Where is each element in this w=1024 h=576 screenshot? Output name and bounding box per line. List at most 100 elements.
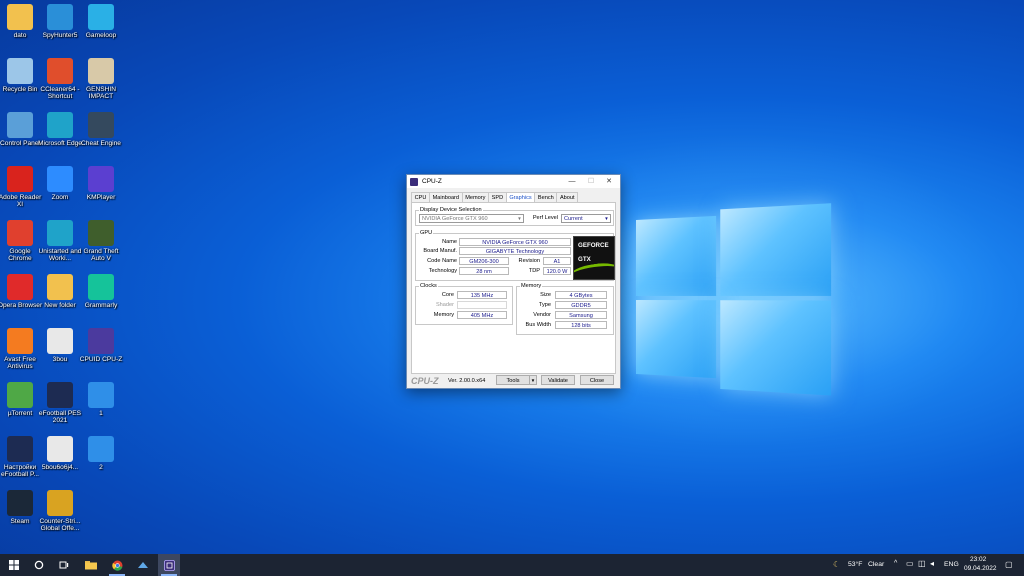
tab-graphics[interactable]: Graphics	[505, 192, 536, 202]
desktop-icon[interactable]: eFootball PES 2021	[37, 382, 83, 425]
clock-time[interactable]: 23:02	[970, 556, 986, 563]
tools-button[interactable]: Tools	[496, 375, 530, 385]
desktop-icon-label: 2	[99, 464, 103, 471]
validate-button[interactable]: Validate	[541, 375, 575, 385]
desktop-icon-label: Zoom	[51, 194, 69, 201]
folder-icon	[7, 4, 33, 30]
display-device-group: Display Device Selection NVIDIA GeForce …	[415, 207, 614, 226]
code-name-value: GM206-300	[459, 257, 509, 265]
clock-date[interactable]: 09.04.2022	[964, 565, 997, 572]
desktop-icon[interactable]: KMPlayer	[78, 166, 124, 201]
desktop-icon-label: GENSHIN IMPACT	[85, 86, 117, 101]
network-icon[interactable]: ◫	[918, 559, 926, 568]
cpuz-taskbar-button[interactable]	[158, 554, 180, 576]
chrome-icon	[111, 560, 122, 571]
desktop-icon[interactable]: GENSHIN IMPACT	[78, 58, 124, 101]
weather-text[interactable]: Clear	[868, 561, 884, 568]
cheat-engine-icon	[88, 112, 114, 138]
chevron-up-icon[interactable]: ^	[894, 560, 897, 567]
clocks-group: Clocks Core 135 MHz Shader Memory 405 MH…	[415, 283, 513, 325]
desktop-icon-label: Microsoft Edge	[38, 140, 82, 147]
graphics-panel: Display Device Selection NVIDIA GeForce …	[411, 202, 616, 374]
window-icon	[88, 436, 114, 462]
board-manuf-value: GIGABYTE Technology	[459, 247, 571, 255]
technology-label: Technology	[428, 268, 457, 274]
file-explorer-button[interactable]	[80, 554, 102, 576]
search-button[interactable]	[28, 554, 50, 576]
memory-type-value: GDDR5	[555, 301, 607, 309]
desktop-icon[interactable]: Unistarted and Worki...	[37, 220, 83, 263]
close-window-button[interactable]: ✕	[601, 175, 617, 188]
desktop-icon[interactable]: CCleaner64 - Shortcut	[37, 58, 83, 101]
title-bar[interactable]: CPU-Z — ☐ ✕	[407, 175, 620, 188]
tab-mainboard[interactable]: Mainboard	[429, 192, 463, 202]
tdp-label: TDP	[528, 268, 540, 274]
ccleaner-icon	[47, 58, 73, 84]
minimize-button[interactable]: —	[564, 175, 580, 188]
chrome-icon	[7, 220, 33, 246]
chevron-down-icon: ▼	[604, 216, 609, 221]
pdf-icon	[47, 328, 73, 354]
device-select[interactable]: NVIDIA GeForce GTX 960 ▼	[419, 214, 524, 223]
badge-line2: GTX	[578, 256, 591, 263]
cpuz-icon	[163, 559, 175, 571]
gameloop-icon	[88, 4, 114, 30]
desktop-icon[interactable]: Zoom	[37, 166, 83, 201]
memory-group-title: Memory	[520, 283, 543, 290]
folder-icon	[85, 561, 97, 570]
notification-icon[interactable]: ▢	[1005, 560, 1013, 569]
cpuz-brand: CPU-Z	[411, 376, 439, 386]
pinned-app-button[interactable]	[132, 554, 154, 576]
genshin-icon	[88, 58, 114, 84]
tab-cpu[interactable]: CPU	[411, 192, 430, 202]
folder-icon	[47, 274, 73, 300]
csgo-icon	[47, 490, 73, 516]
tab-bench[interactable]: Bench	[534, 192, 558, 202]
desktop-icon[interactable]: Grand Theft Auto V	[78, 220, 124, 263]
start-button[interactable]	[3, 554, 25, 576]
tab-strip: CPU Mainboard Memory SPD Graphics Bench …	[411, 192, 616, 202]
zoom-icon	[47, 166, 73, 192]
desktop-icon[interactable]: SpyHunter5	[37, 4, 83, 39]
shader-clock-label: Shader	[435, 302, 454, 308]
perf-level-select[interactable]: Current ▼	[561, 214, 611, 223]
chrome-taskbar-button[interactable]	[106, 554, 128, 576]
tools-dropdown-button[interactable]: ▼	[529, 375, 537, 385]
desktop-icon[interactable]: 2	[78, 436, 124, 471]
core-clock-label: Core	[441, 292, 454, 298]
edge-icon	[47, 220, 73, 246]
cpuz-window[interactable]: CPU-Z — ☐ ✕ CPU Mainboard Memory SPD Gra…	[406, 174, 621, 389]
desktop-icon[interactable]: New folder	[37, 274, 83, 309]
spyhunter-icon	[47, 4, 73, 30]
window-icon	[88, 382, 114, 408]
weather-temp[interactable]: 53°F	[848, 561, 862, 568]
close-button[interactable]: Close	[580, 375, 614, 385]
desktop-icon[interactable]: Grammarly	[78, 274, 124, 309]
memory-size-label: Size	[540, 292, 551, 298]
desktop-icon[interactable]: Cheat Engine	[78, 112, 124, 147]
desktop-icon-label: Counter-Stri... Global Offe...	[39, 518, 81, 533]
volume-icon[interactable]: ◂	[930, 559, 934, 568]
desktop-icon-label: 1	[99, 410, 103, 417]
steam-icon	[7, 490, 33, 516]
memory-clock-value: 405 MHz	[457, 311, 507, 319]
task-view-button[interactable]	[53, 554, 75, 576]
moon-icon: ☾	[833, 560, 841, 569]
language-indicator[interactable]: ENG	[944, 561, 959, 568]
desktop-icon[interactable]: 5bou6o6j4...	[37, 436, 83, 471]
desktop-icon-label: SpyHunter5	[42, 32, 78, 39]
desktop-icon[interactable]: 1	[78, 382, 124, 417]
desktop-icon[interactable]: CPUID CPU-Z	[78, 328, 124, 363]
desktop-icon[interactable]: Counter-Stri... Global Offe...	[37, 490, 83, 533]
tab-memory[interactable]: Memory	[461, 192, 490, 202]
desktop-icon[interactable]: Gameloop	[78, 4, 124, 39]
maximize-button[interactable]: ☐	[583, 175, 599, 188]
desktop-icon[interactable]: Microsoft Edge	[37, 112, 83, 147]
display-icon[interactable]: ▭	[906, 559, 914, 568]
avast-icon	[7, 328, 33, 354]
version-text: Ver. 2.00.0.x64	[448, 378, 486, 384]
desktop-icon[interactable]: 3bou	[37, 328, 83, 363]
desktop-icon-label: Grammarly	[84, 302, 118, 309]
tab-about[interactable]: About	[556, 192, 579, 202]
tab-spd[interactable]: SPD	[488, 192, 507, 202]
